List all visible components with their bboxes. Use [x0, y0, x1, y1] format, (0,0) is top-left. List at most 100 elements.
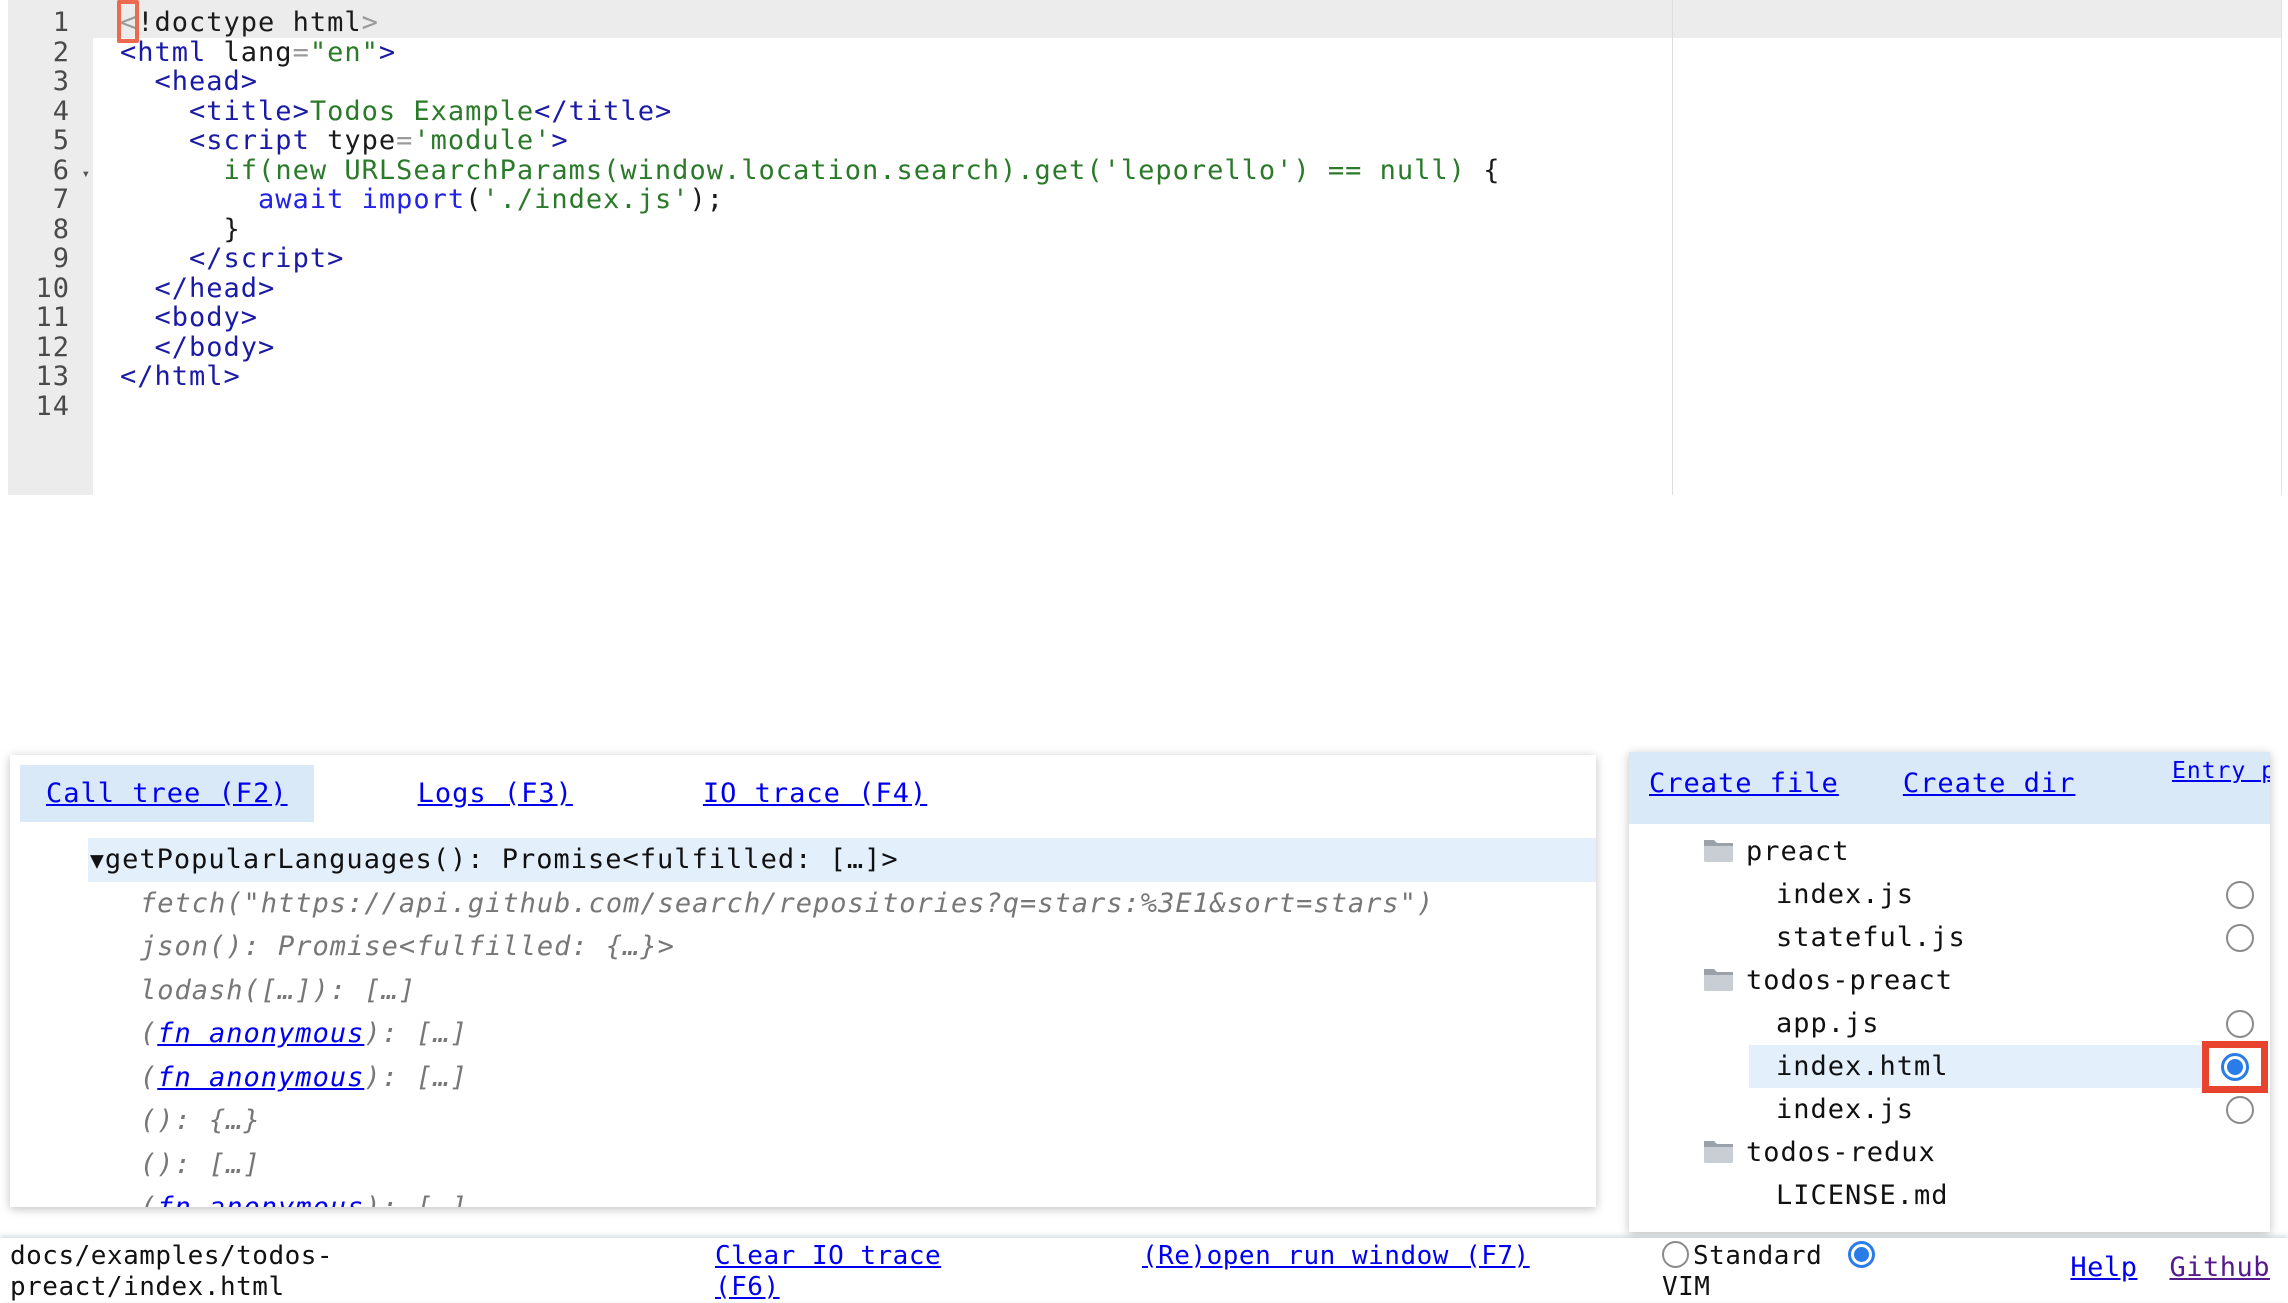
code-line[interactable]: 9 </script>: [8, 244, 2281, 274]
code-text: <title>Todos Example</title>: [93, 97, 672, 127]
line-number: 14: [8, 392, 93, 422]
line-number: 12: [8, 333, 93, 363]
line-number: 5: [8, 126, 93, 156]
keyboard-mode-group: Standard VIM: [1662, 1241, 1900, 1303]
line-number: 2: [8, 38, 93, 68]
code-line[interactable]: 4 <title>Todos Example</title>: [8, 97, 2281, 127]
collapse-caret[interactable]: ▼: [90, 848, 105, 874]
entry-point-radio[interactable]: [2226, 924, 2254, 952]
code-line[interactable]: 11 <body>: [8, 303, 2281, 333]
code-line[interactable]: 12 </body>: [8, 333, 2281, 363]
code-text: </body>: [93, 333, 275, 363]
file-tree-file[interactable]: LICENSE.md: [1629, 1174, 2270, 1217]
folder-icon: [1703, 833, 1734, 876]
call-tree-row[interactable]: lodash([…]): […]: [10, 969, 1596, 1013]
status-bar: docs/examples/todos-preact/index.html Cl…: [0, 1238, 2288, 1302]
file-tree-folder[interactable]: preact: [1629, 830, 2270, 873]
line-number: 6▾: [8, 156, 93, 186]
code-text: </script>: [93, 244, 344, 274]
file-name: todos-redux: [1746, 1137, 1936, 1168]
editor-lines: 1<!doctype html>2<html lang="en">3 <head…: [8, 0, 2281, 421]
file-tree-file[interactable]: index.js: [1629, 873, 2270, 916]
entry-point-selected-box: [2202, 1041, 2268, 1093]
column-ruler: [1672, 0, 1673, 495]
anonymous-fn-link[interactable]: fn anonymous: [157, 1018, 364, 1049]
file-name: todos-preact: [1746, 965, 1953, 996]
code-line[interactable]: 3 <head>: [8, 67, 2281, 97]
file-tree-file[interactable]: app.js: [1629, 1002, 2270, 1045]
call-tree-row[interactable]: ▼getPopularLanguages(): Promise<fulfille…: [88, 838, 1596, 882]
call-tree-row[interactable]: (fn anonymous): […]: [10, 1012, 1596, 1056]
create-dir-button[interactable]: Create dir: [1903, 768, 2076, 799]
line-number: 1: [8, 8, 93, 38]
line-number: 7: [8, 185, 93, 215]
standard-mode-radio[interactable]: [1662, 1241, 1689, 1268]
code-text: <body>: [93, 303, 258, 333]
anonymous-fn-link[interactable]: fn anonymous: [157, 1062, 364, 1093]
file-tree-folder[interactable]: todos-redux: [1629, 1131, 2270, 1174]
code-line[interactable]: 6▾ if(new URLSearchParams(window.locatio…: [8, 156, 2281, 186]
entry-point-radio[interactable]: [2226, 1096, 2254, 1124]
file-name: index.html: [1776, 1051, 1949, 1082]
reopen-run-window-button[interactable]: (Re)open run window (F7): [1142, 1241, 1532, 1272]
call-tree-row[interactable]: (): {…}: [10, 1099, 1596, 1143]
line-number: 11: [8, 303, 93, 333]
vim-block-cursor: <: [120, 7, 137, 38]
folder-icon: [1703, 1134, 1734, 1177]
line-number: 9: [8, 244, 93, 274]
line-number: 3: [8, 67, 93, 97]
call-tree-row[interactable]: fetch("https://api.github.com/search/rep…: [10, 882, 1596, 926]
line-number: 10: [8, 274, 93, 304]
panel-tabs: Call tree (F2) Logs (F3) IO trace (F4): [20, 765, 1596, 822]
clear-io-trace-button[interactable]: Clear IO trace (F6): [715, 1241, 995, 1303]
standard-mode-label[interactable]: Standard: [1693, 1241, 1822, 1271]
call-tree-row[interactable]: (fn anonymous): […]: [10, 1056, 1596, 1100]
file-name: preact: [1746, 836, 1850, 867]
code-line[interactable]: 10 </head>: [8, 274, 2281, 304]
file-name: index.js: [1776, 1094, 1914, 1125]
current-file-path: docs/examples/todos-preact/index.html: [10, 1241, 342, 1303]
github-link[interactable]: Github: [2169, 1252, 2270, 1283]
call-tree-row[interactable]: (): […]: [10, 1143, 1596, 1187]
file-tree-file[interactable]: index.html: [1629, 1045, 2270, 1088]
footer-links: Help Github: [2070, 1252, 2270, 1283]
code-text: }: [93, 215, 241, 245]
file-name: app.js: [1776, 1008, 1880, 1039]
line-number: 8: [8, 215, 93, 245]
line-number: 13: [8, 362, 93, 392]
create-file-button[interactable]: Create file: [1649, 768, 1839, 799]
code-text: </head>: [93, 274, 275, 304]
tab-logs[interactable]: Logs (F3): [392, 765, 599, 822]
anonymous-fn-link[interactable]: fn anonymous: [157, 1192, 364, 1207]
code-line[interactable]: 14: [8, 392, 2281, 422]
code-line[interactable]: 7 await import('./index.js');: [8, 185, 2281, 215]
entry-point-radio[interactable]: [2221, 1053, 2249, 1081]
help-link[interactable]: Help: [2070, 1252, 2137, 1283]
code-text: if(new URLSearchParams(window.location.s…: [93, 156, 1500, 186]
folder-icon: [1703, 962, 1734, 1005]
file-tree: preactindex.jsstateful.jstodos-preactapp…: [1629, 824, 2270, 1217]
code-line[interactable]: 8 }: [8, 215, 2281, 245]
line-number: 4: [8, 97, 93, 127]
tab-call-tree[interactable]: Call tree (F2): [20, 765, 314, 822]
file-panel: Create file Create dir Entry point preact…: [1629, 752, 2270, 1232]
call-tree-row[interactable]: json(): Promise<fulfilled: {…}>: [10, 925, 1596, 969]
file-tree-file[interactable]: index.js: [1629, 1088, 2270, 1131]
entry-point-radio[interactable]: [2226, 881, 2254, 909]
code-editor[interactable]: 1<!doctype html>2<html lang="en">3 <head…: [8, 0, 2282, 495]
code-text: </html>: [93, 362, 241, 392]
code-line[interactable]: 13</html>: [8, 362, 2281, 392]
tab-io-trace[interactable]: IO trace (F4): [677, 765, 953, 822]
entry-point-radio[interactable]: [2226, 1010, 2254, 1038]
code-text: [93, 392, 120, 422]
vim-mode-label[interactable]: VIM: [1662, 1272, 1710, 1302]
code-line[interactable]: 5 <script type='module'>: [8, 126, 2281, 156]
entry-point-link[interactable]: Entry point: [2172, 757, 2256, 785]
code-line[interactable]: 2<html lang="en">: [8, 38, 2281, 68]
vim-mode-radio[interactable]: [1848, 1241, 1875, 1268]
file-tree-folder[interactable]: todos-preact: [1629, 959, 2270, 1002]
file-tree-file[interactable]: stateful.js: [1629, 916, 2270, 959]
file-panel-header: Create file Create dir Entry point: [1629, 752, 2270, 824]
code-line[interactable]: 1<!doctype html>: [8, 8, 2281, 38]
call-tree-row[interactable]: (fn anonymous): […]: [10, 1186, 1596, 1207]
